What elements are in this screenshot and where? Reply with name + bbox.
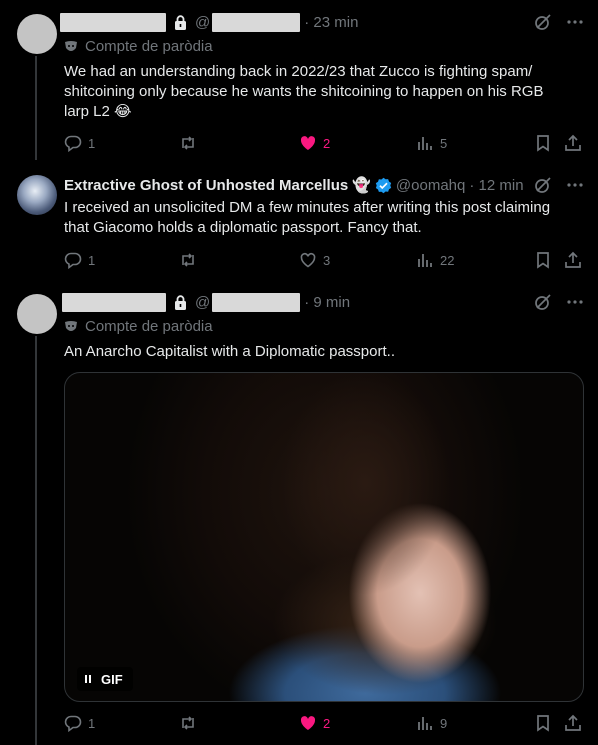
reply-button[interactable]: 1 bbox=[64, 251, 95, 269]
views-icon bbox=[418, 137, 432, 150]
bookmark-icon bbox=[537, 715, 549, 732]
reply-icon bbox=[64, 135, 82, 152]
like-icon bbox=[300, 136, 316, 150]
gif-label: GIF bbox=[101, 671, 123, 687]
redacted-handle bbox=[212, 292, 301, 312]
grok-icon[interactable] bbox=[534, 293, 552, 311]
views-count: 22 bbox=[440, 252, 455, 268]
bookmark-icon bbox=[537, 252, 549, 269]
tweet-text: An Anarcho Capitalist with a Diplomatic … bbox=[64, 343, 395, 360]
gif-media[interactable]: GIF bbox=[64, 372, 584, 702]
parody-label: Compte de paròdia bbox=[64, 318, 213, 335]
lock-icon bbox=[175, 14, 186, 30]
tweet-actions: 1 2 9 bbox=[64, 713, 584, 733]
share-button[interactable] bbox=[564, 134, 582, 152]
repost-icon bbox=[182, 716, 194, 730]
tweet-time[interactable]: · 12 min bbox=[469, 177, 523, 194]
avatar[interactable] bbox=[17, 175, 57, 215]
bookmark-icon bbox=[537, 135, 549, 152]
reply-icon bbox=[64, 715, 82, 732]
redacted-handle bbox=[212, 12, 301, 32]
tweet-actions: 1 3 22 bbox=[64, 250, 584, 270]
tweet-actions: 1 2 5 bbox=[64, 133, 584, 153]
parody-mask-icon bbox=[65, 320, 77, 331]
more-icon[interactable] bbox=[566, 293, 584, 311]
tweet-time[interactable]: · 9 min bbox=[304, 294, 350, 311]
share-icon bbox=[565, 714, 581, 731]
redacted-name bbox=[60, 12, 166, 32]
share-button[interactable] bbox=[564, 714, 582, 732]
share-icon bbox=[565, 251, 581, 268]
views-button[interactable]: 5 bbox=[416, 134, 447, 152]
bookmark-button[interactable] bbox=[534, 714, 552, 732]
like-button[interactable]: 2 bbox=[299, 134, 330, 152]
bookmark-button[interactable] bbox=[534, 251, 552, 269]
repost-button[interactable] bbox=[179, 714, 203, 732]
tweet-text: We had an understanding back in 2022/23 … bbox=[64, 63, 544, 120]
gif-badge[interactable]: GIF bbox=[77, 667, 133, 691]
display-name[interactable]: Extractive Ghost of Unhosted Marcellus bbox=[64, 177, 348, 194]
parody-mask-icon bbox=[65, 40, 77, 51]
grok-icon[interactable] bbox=[534, 176, 552, 194]
avatar[interactable] bbox=[17, 294, 57, 334]
like-button[interactable]: 2 bbox=[299, 714, 330, 732]
like-icon bbox=[300, 252, 316, 268]
tweet-header: @ · 9 min bbox=[62, 292, 584, 312]
verified-icon bbox=[375, 177, 392, 193]
name-emoji: 👻 bbox=[352, 177, 371, 194]
grok-icon[interactable] bbox=[534, 13, 552, 31]
repost-button[interactable] bbox=[179, 134, 203, 152]
reply-count: 1 bbox=[88, 135, 96, 151]
reply-button[interactable]: 1 bbox=[64, 134, 95, 152]
parody-text: Compte de paròdia bbox=[85, 318, 213, 335]
views-icon bbox=[418, 254, 432, 267]
views-count: 5 bbox=[440, 135, 448, 151]
bookmark-button[interactable] bbox=[534, 134, 552, 152]
views-button[interactable]: 22 bbox=[416, 251, 454, 269]
like-button[interactable]: 3 bbox=[299, 251, 330, 269]
repost-icon bbox=[182, 136, 194, 150]
share-icon bbox=[565, 134, 581, 151]
share-button[interactable] bbox=[564, 251, 582, 269]
handle[interactable]: @oomahq bbox=[396, 177, 465, 194]
tweet-time[interactable]: · 23 min bbox=[304, 14, 358, 31]
reply-count: 1 bbox=[88, 715, 96, 731]
more-icon[interactable] bbox=[566, 13, 584, 31]
redacted-name bbox=[62, 292, 166, 312]
lock-icon bbox=[175, 294, 186, 310]
reply-count: 1 bbox=[88, 252, 96, 268]
like-count: 2 bbox=[323, 135, 331, 151]
handle-prefix: @ bbox=[195, 13, 211, 31]
views-count: 9 bbox=[440, 715, 448, 731]
avatar[interactable] bbox=[17, 14, 57, 54]
repost-icon bbox=[182, 253, 194, 267]
tweet-text: I received an unsolicited DM a few minut… bbox=[64, 199, 551, 236]
reply-icon bbox=[64, 252, 82, 269]
like-count: 3 bbox=[323, 252, 331, 268]
handle-prefix: @ bbox=[195, 293, 211, 311]
parody-text: Compte de paròdia bbox=[85, 38, 213, 55]
like-count: 2 bbox=[323, 715, 331, 731]
views-button[interactable]: 9 bbox=[416, 714, 447, 732]
parody-label: Compte de paròdia bbox=[64, 38, 213, 55]
tweet-header: @ · 23 min bbox=[60, 12, 584, 32]
tweet-1[interactable]: @ · 23 min Compte de paròdia We had an u… bbox=[0, 12, 598, 162]
views-icon bbox=[418, 717, 432, 730]
tweet-header: Extractive Ghost of Unhosted Marcellus 👻… bbox=[64, 175, 584, 195]
pause-icon bbox=[85, 675, 91, 683]
repost-button[interactable] bbox=[179, 251, 203, 269]
tweet-2[interactable]: Extractive Ghost of Unhosted Marcellus 👻… bbox=[0, 175, 598, 275]
reply-button[interactable]: 1 bbox=[64, 714, 95, 732]
more-icon[interactable] bbox=[566, 176, 584, 194]
like-icon bbox=[300, 716, 316, 730]
